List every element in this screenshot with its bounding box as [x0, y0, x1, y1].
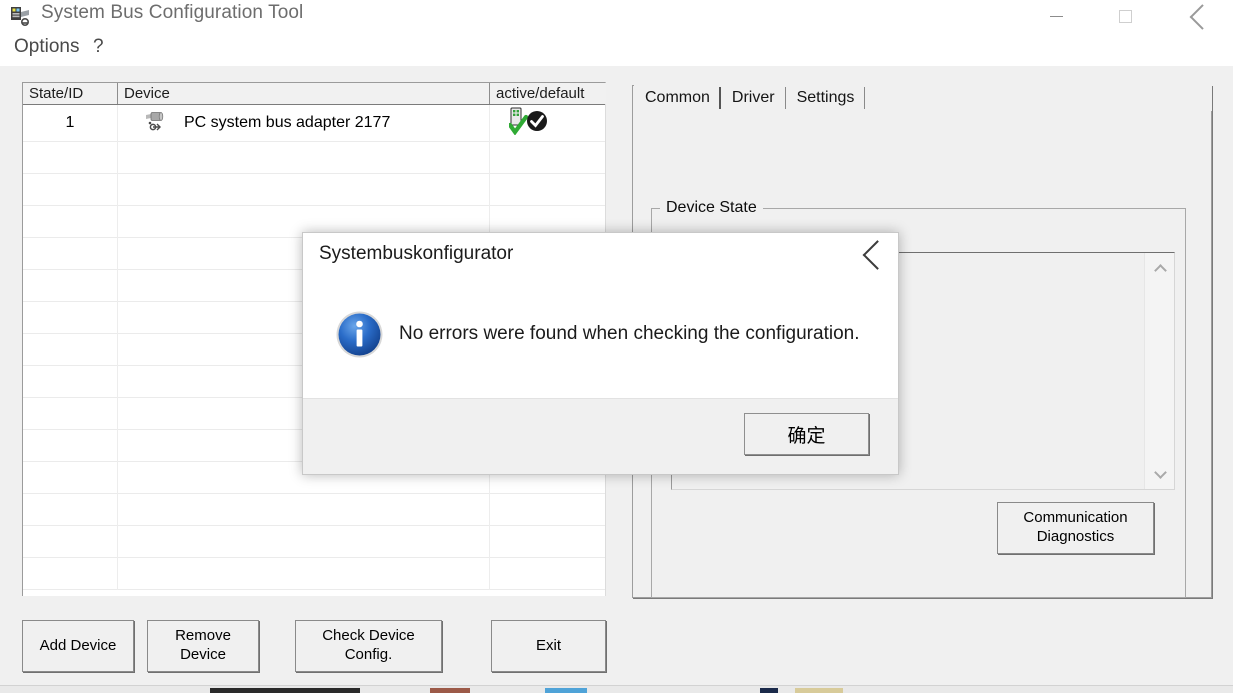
black-check-circle-icon	[526, 110, 548, 137]
table-row[interactable]	[23, 174, 605, 206]
dialog-message: No errors were found when checking the c…	[399, 323, 860, 344]
cell-divider	[117, 494, 118, 526]
table-row[interactable]	[23, 526, 605, 558]
cell-divider	[117, 174, 118, 206]
cell-divider	[489, 526, 490, 558]
cell-divider	[117, 366, 118, 398]
cell-divider	[117, 526, 118, 558]
tab-common[interactable]: Common	[634, 85, 721, 111]
window-title: System Bus Configuration Tool	[41, 2, 304, 23]
scroll-down-button[interactable]	[1145, 459, 1175, 485]
cell-divider	[117, 334, 118, 366]
column-header-active-default[interactable]: active/default	[489, 83, 606, 104]
cell-divider	[489, 494, 490, 526]
add-device-button[interactable]: Add Device	[22, 620, 134, 672]
remove-device-button[interactable]: Remove Device	[147, 620, 259, 672]
tab-settings[interactable]: Settings	[785, 85, 866, 111]
tab-driver[interactable]: Driver	[720, 85, 786, 111]
bus-adapter-icon	[9, 4, 33, 28]
minimize-icon	[1049, 15, 1063, 17]
menu-bar: Options ?	[0, 33, 1233, 66]
cell-divider	[117, 302, 118, 334]
taskbar-chip	[795, 688, 843, 693]
chevron-up-icon	[1153, 263, 1167, 277]
table-row[interactable]	[23, 558, 605, 590]
communication-diagnostics-button[interactable]: Communication Diagnostics	[997, 502, 1154, 554]
scroll-up-button[interactable]	[1145, 257, 1175, 283]
minimize-button[interactable]	[1033, 0, 1079, 32]
cell-divider	[117, 206, 118, 238]
cell-divider	[117, 558, 118, 590]
taskbar-chip	[210, 688, 360, 693]
cell-divider	[117, 430, 118, 462]
cell-divider	[117, 238, 118, 270]
table-row[interactable]: 1 PC system bus adapter 2177	[23, 105, 605, 142]
cell-divider	[489, 558, 490, 590]
cell-divider	[117, 270, 118, 302]
device-state-label: Device State	[660, 199, 763, 217]
tab-strip: Common Driver Settings	[634, 85, 1212, 111]
table-row[interactable]	[23, 494, 605, 526]
maximize-button[interactable]	[1102, 0, 1148, 32]
menu-item-help[interactable]: ?	[93, 36, 104, 58]
cell-state-id: 1	[65, 114, 75, 131]
column-header-device[interactable]: Device	[117, 83, 488, 104]
cell-divider	[489, 174, 490, 206]
vertical-scrollbar[interactable]	[1144, 253, 1174, 489]
chevron-down-icon	[1153, 465, 1167, 479]
cell-active-default	[490, 105, 606, 141]
close-icon	[863, 246, 879, 262]
application-window: System Bus Configuration Tool Options ? …	[0, 0, 1233, 693]
taskbar	[0, 685, 1233, 693]
device-name-label: PC system bus adapter 2177	[184, 114, 391, 131]
exit-button[interactable]: Exit	[491, 620, 606, 672]
table-row[interactable]	[23, 142, 605, 174]
info-icon	[335, 310, 384, 359]
dialog-title: Systembuskonfigurator	[319, 243, 514, 264]
column-header-state-id[interactable]: State/ID	[23, 83, 116, 104]
cell-divider	[117, 462, 118, 494]
maximize-icon	[1118, 9, 1132, 23]
taskbar-chip	[545, 688, 587, 693]
cell-divider	[117, 398, 118, 430]
title-bar: System Bus Configuration Tool	[0, 0, 1233, 33]
close-icon	[1190, 9, 1205, 24]
cell-divider	[117, 142, 118, 174]
taskbar-chip	[760, 688, 778, 693]
device-table-header: State/ID Device active/default	[23, 83, 606, 105]
close-window-button[interactable]	[1174, 0, 1220, 32]
usb-adapter-icon	[144, 109, 170, 138]
dialog-ok-button[interactable]: 确定	[744, 413, 869, 455]
cell-divider	[489, 142, 490, 174]
dialog-close-button[interactable]	[850, 237, 892, 271]
check-device-config-button[interactable]: Check Device Config.	[295, 620, 442, 672]
cell-device: PC system bus adapter 2177	[118, 105, 488, 141]
taskbar-chip	[430, 688, 470, 693]
menu-item-options[interactable]: Options	[14, 36, 79, 58]
